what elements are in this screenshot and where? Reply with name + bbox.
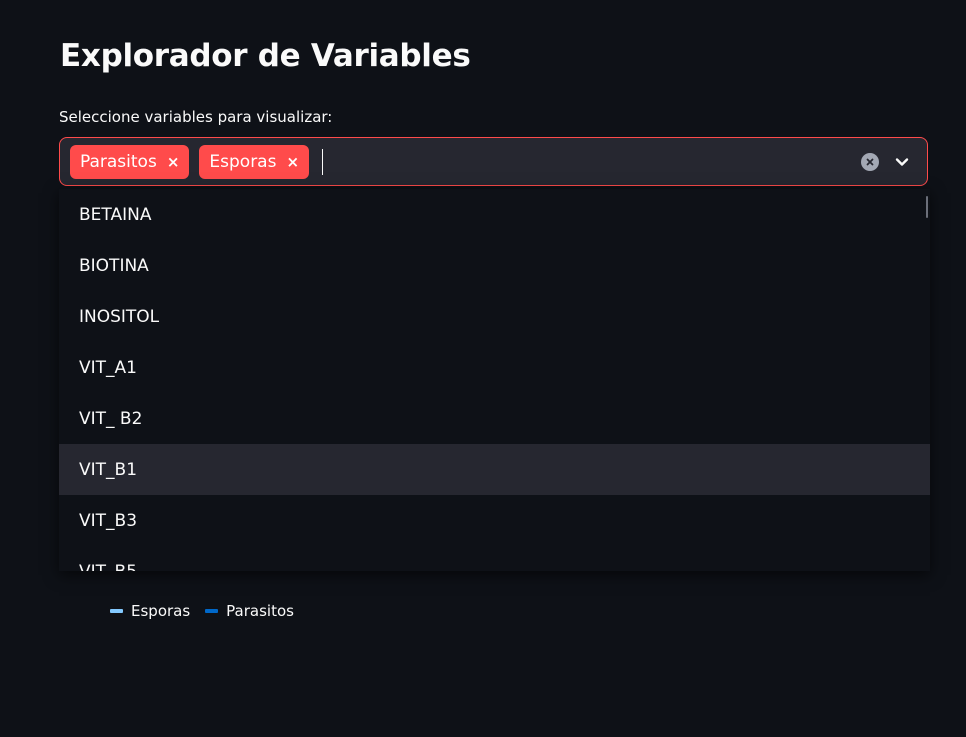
option-vit-b3[interactable]: VIT_B3 [59, 495, 930, 546]
option-vit-b5[interactable]: VIT_B5 [59, 546, 930, 572]
multiselect-label: Seleccione variables para visualizar: [59, 108, 333, 126]
selected-tag-parasitos: Parasitos × [70, 144, 190, 179]
option-betaina[interactable]: BETAINA [59, 189, 930, 240]
app-page: Explorador de Variables Seleccione varia… [0, 0, 966, 737]
remove-tag-icon[interactable]: × [167, 153, 180, 171]
legend-label: Esporas [131, 602, 191, 620]
options-list: BETAINA BIOTINA INOSITOL VIT_A1 VIT_ B2 … [59, 189, 930, 571]
page-title: Explorador de Variables [60, 38, 471, 74]
legend-swatch [205, 609, 219, 613]
option-vit-b1[interactable]: VIT_B1 [59, 444, 930, 495]
option-inositol[interactable]: INOSITOL [59, 291, 930, 342]
legend-item-esporas[interactable]: Esporas [110, 602, 190, 620]
variable-multiselect[interactable]: Parasitos × Esporas × [59, 137, 928, 186]
options-dropdown[interactable]: BETAINA BIOTINA INOSITOL VIT_A1 VIT_ B2 … [59, 189, 930, 571]
option-vit-a1[interactable]: VIT_A1 [59, 342, 930, 393]
selected-tag-esporas: Esporas × [199, 144, 310, 179]
option-biotina[interactable]: BIOTINA [59, 240, 930, 291]
clear-icon[interactable] [861, 152, 879, 171]
text-caret[interactable] [322, 148, 324, 175]
chevron-down-icon[interactable] [893, 153, 911, 171]
remove-tag-icon[interactable]: × [286, 153, 299, 171]
option-vit-b2[interactable]: VIT_ B2 [59, 393, 930, 444]
legend-label: Parasitos [226, 602, 294, 620]
legend-item-parasitos[interactable]: Parasitos [205, 602, 294, 620]
dropdown-scrollbar[interactable] [926, 196, 928, 218]
chart-legend: Esporas Parasitos [110, 602, 309, 620]
tag-label: Parasitos [80, 151, 157, 172]
legend-swatch [110, 609, 123, 613]
tag-label: Esporas [209, 151, 277, 172]
